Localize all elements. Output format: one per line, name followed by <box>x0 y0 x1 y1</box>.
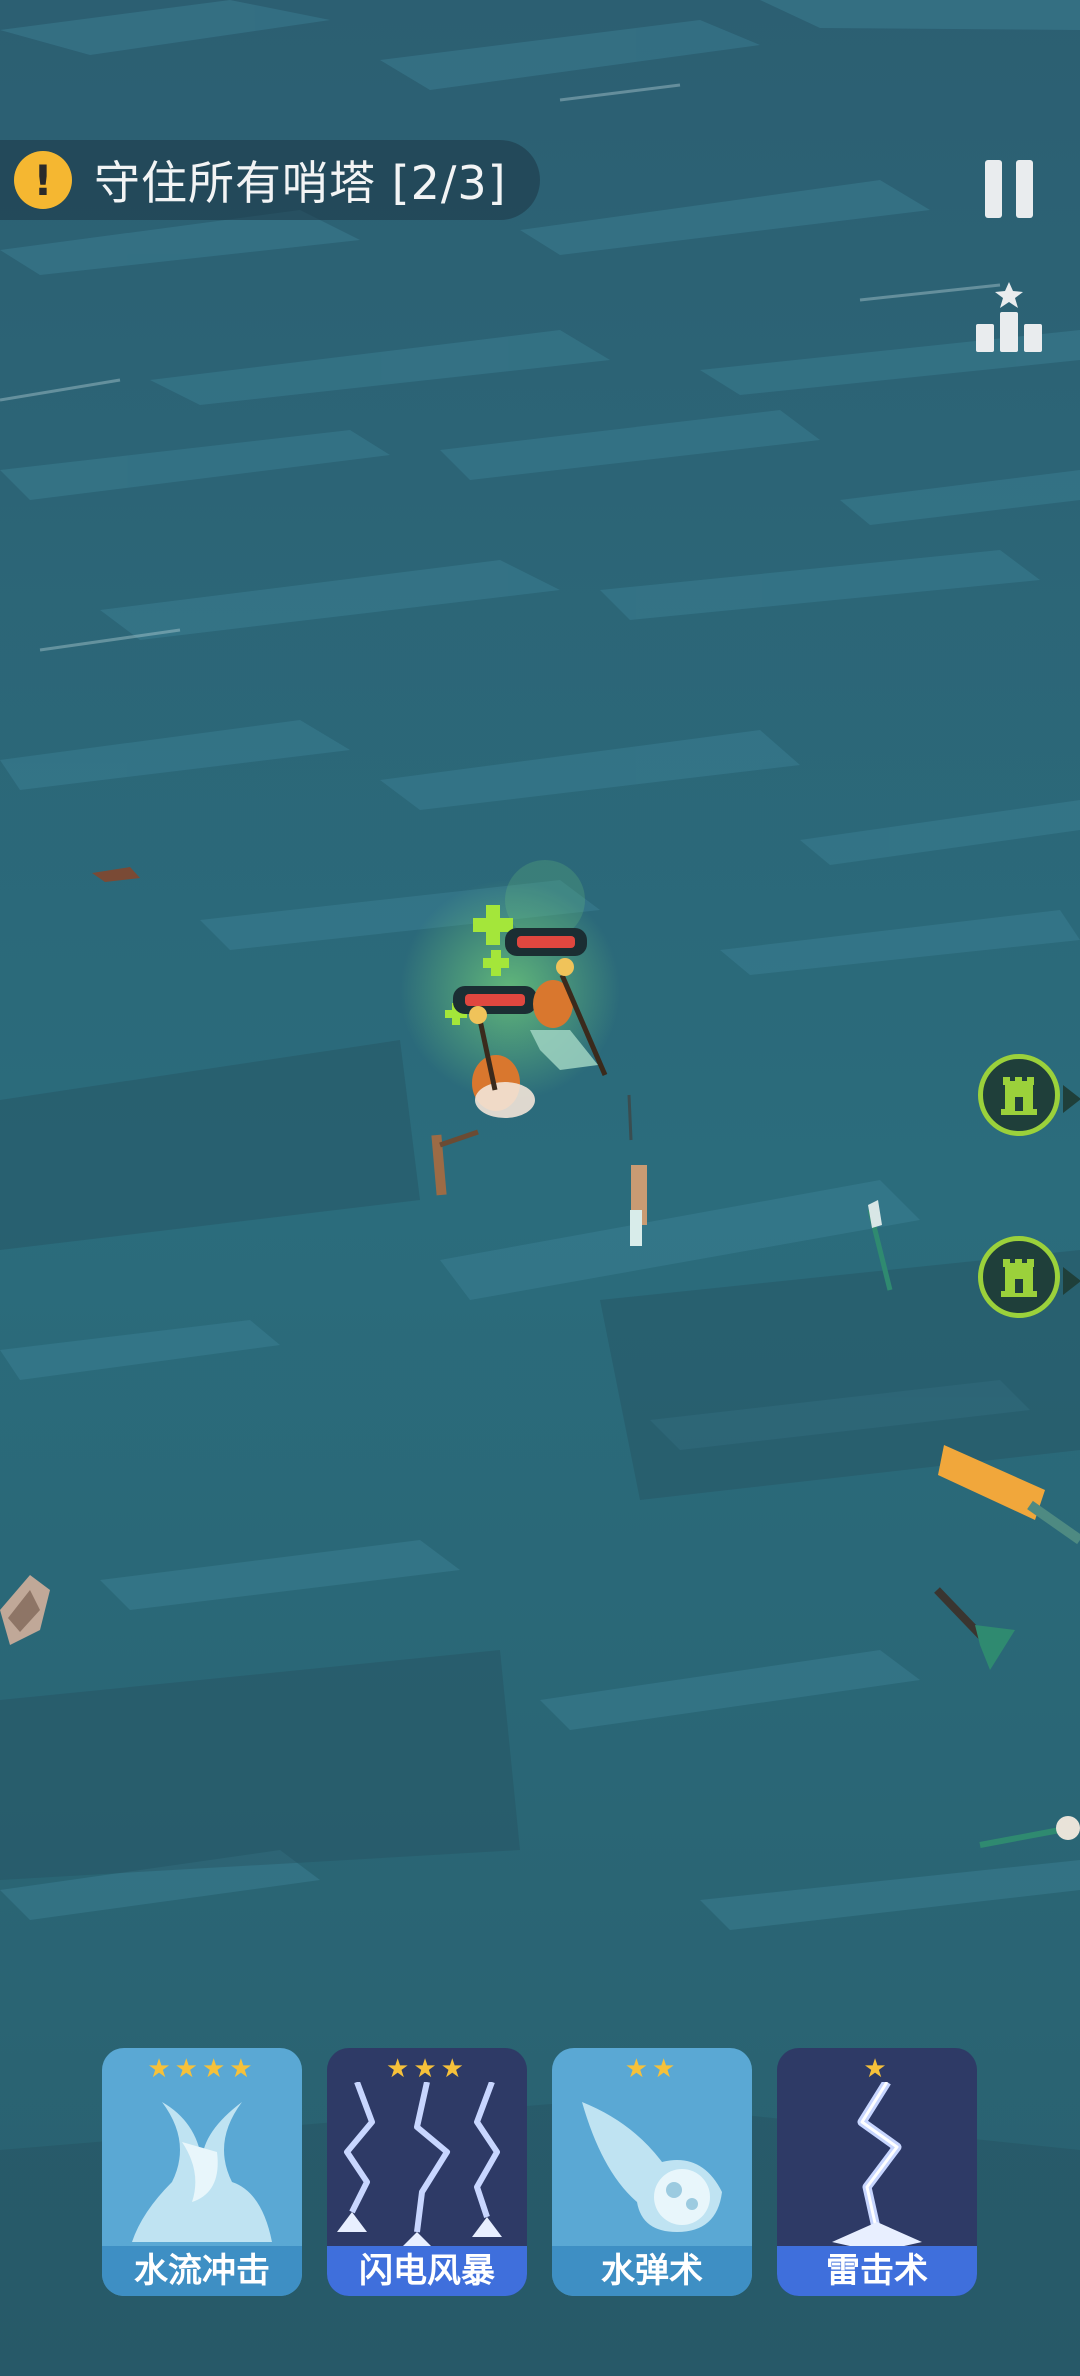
lightning-storm-icon <box>337 2082 502 2252</box>
sea-background <box>0 0 1080 2376</box>
objective-text: 守住所有哨塔 [2/3] <box>94 156 507 210</box>
exclamation-icon: ! <box>14 151 72 209</box>
skill-stars: ★★★ <box>386 2054 468 2084</box>
tower-marker[interactable] <box>978 1054 1080 1136</box>
skill-name: 水流冲击 <box>102 2246 302 2296</box>
skill-card-lightning-storm[interactable]: ★★★ 闪电风暴 <box>327 2048 527 2296</box>
skill-card-water-bullet[interactable]: ★★ 水弹术 <box>552 2048 752 2296</box>
skill-name: 水弹术 <box>552 2246 752 2296</box>
thunder-bolt-icon <box>832 2082 922 2252</box>
water-orb-icon <box>582 2102 722 2232</box>
water-splash-icon <box>132 2102 272 2242</box>
pause-button[interactable] <box>985 160 1033 218</box>
skill-card-thunder-strike[interactable]: ★ 雷击术 <box>777 2048 977 2296</box>
tower-icon <box>1001 1259 1037 1297</box>
skill-stars: ★★★★ <box>147 2054 257 2084</box>
pause-icon <box>985 160 1002 218</box>
skill-stars: ★★ <box>624 2054 680 2084</box>
skill-name: 闪电风暴 <box>327 2246 527 2296</box>
skill-card-water-flow[interactable]: ★★★★ 水流冲击 <box>102 2048 302 2296</box>
skill-name: 雷击术 <box>777 2246 977 2296</box>
ranking-button[interactable] <box>970 282 1048 352</box>
ranking-podium-icon <box>976 282 1042 352</box>
skill-stars: ★ <box>863 2054 891 2084</box>
skill-bar: ★★★★ 水流冲击 ★★★ 闪电风暴 ★★ 水弹术 ★ 雷击术 <box>102 2048 977 2296</box>
tower-marker[interactable] <box>978 1236 1080 1318</box>
objective-banner: ! 守住所有哨塔 [2/3] <box>0 140 540 220</box>
tower-icon <box>1001 1077 1037 1115</box>
